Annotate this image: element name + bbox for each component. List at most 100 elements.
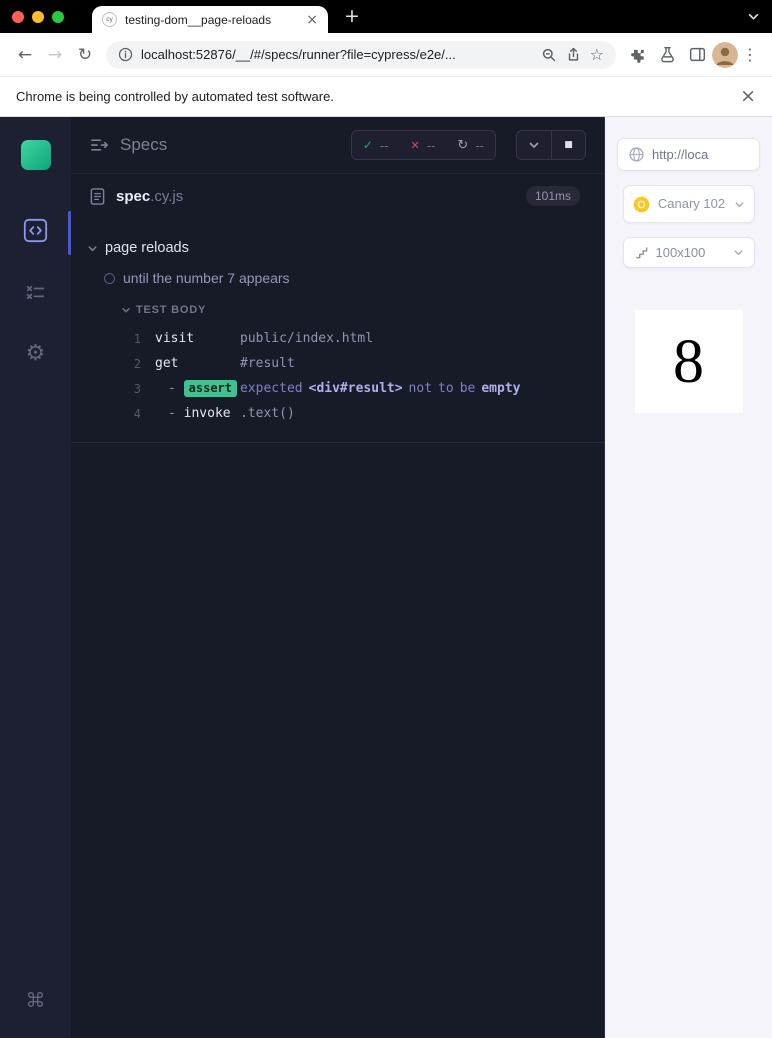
cypress-logo[interactable] <box>20 140 51 170</box>
test-block: page reloads until the number 7 appears … <box>71 218 604 443</box>
window-minimize-button[interactable] <box>32 10 44 23</box>
test-row[interactable]: until the number 7 appears <box>71 270 604 286</box>
spec-duration-badge: 101ms <box>525 186 580 206</box>
screen: cy testing-dom__page-reloads × + ← → ↻ l… <box>0 0 772 1038</box>
stop-icon: ■ <box>564 140 573 150</box>
command-row[interactable]: 4 - invoke .text() <box>71 401 604 426</box>
browser-tab[interactable]: cy testing-dom__page-reloads × <box>92 6 328 33</box>
specs-list-icon[interactable] <box>89 135 110 156</box>
sidebar-item-settings[interactable]: ⚙ <box>22 340 50 368</box>
aut-url-text: http://loca <box>652 147 709 162</box>
test-body-toggle[interactable]: TEST BODY <box>71 304 604 316</box>
command-row[interactable]: 1 visit public/index.html <box>71 326 604 351</box>
command-dash: - <box>168 406 176 421</box>
viewport-selector[interactable]: 100x100 <box>622 237 755 268</box>
assert-word: be <box>459 381 476 396</box>
command-message: .text() <box>240 406 295 421</box>
command-number: 2 <box>133 356 141 371</box>
tab-close-icon[interactable]: × <box>306 13 318 27</box>
reporter-empty-area <box>71 443 604 1038</box>
spec-file-row[interactable]: spec.cy.js 101ms <box>71 174 604 218</box>
window-controls <box>0 10 78 23</box>
spec-file-icon <box>89 187 106 206</box>
side-panel-icon[interactable] <box>682 40 712 70</box>
browser-selector[interactable]: Canary 102 <box>622 185 755 223</box>
url-bar[interactable]: localhost:52876/__/#/specs/runner?file=c… <box>106 40 616 69</box>
pending-count: -- <box>475 137 484 153</box>
aut-iframe: 8 <box>634 310 743 413</box>
check-icon: ✓ <box>362 138 373 152</box>
assert-word: not <box>408 381 433 396</box>
test-stats: ✓ -- ✕ -- ↻ -- <box>350 130 496 160</box>
reload-button[interactable]: ↻ <box>70 40 100 70</box>
infobar-close-icon[interactable]: × <box>740 87 756 106</box>
command-name: - invoke <box>155 406 240 421</box>
site-info-icon[interactable] <box>118 47 133 62</box>
run-controls: ■ <box>516 130 586 160</box>
command-number: 4 <box>133 406 141 421</box>
window-close-button[interactable] <box>12 10 24 23</box>
active-nav-indicator <box>68 211 71 255</box>
tab-strip: cy testing-dom__page-reloads × + <box>0 0 772 33</box>
stat-passed[interactable]: ✓ -- <box>352 138 400 153</box>
browser-selector-label: Canary 102 <box>657 195 726 211</box>
command-number: 3 <box>133 381 141 396</box>
command-name: - assert <box>155 379 240 398</box>
chrome-canary-icon <box>633 196 650 213</box>
infobar-message: Chrome is being controlled by automated … <box>16 89 334 104</box>
forward-button[interactable]: → <box>40 40 70 70</box>
command-log: 1 visit public/index.html 2 get #result … <box>71 326 604 426</box>
flask-extension-icon[interactable] <box>652 40 682 70</box>
command-row[interactable]: 2 get #result <box>71 351 604 376</box>
collapse-all-button[interactable] <box>517 131 551 159</box>
spec-file-name: spec.cy.js <box>116 188 183 205</box>
assert-state: empty <box>481 381 521 396</box>
command-row[interactable]: 3 - assert expected <div#result> not to be em… <box>71 376 604 401</box>
test-body-label: TEST BODY <box>136 304 207 316</box>
stat-pending[interactable]: ↻ -- <box>446 138 495 153</box>
new-tab-button[interactable]: + <box>344 7 360 26</box>
url-text: localhost:52876/__/#/specs/runner?file=c… <box>141 47 456 62</box>
refresh-icon: ↻ <box>457 137 469 153</box>
sidebar-item-specs-runner[interactable] <box>22 216 50 244</box>
command-name-text: invoke <box>183 406 231 421</box>
back-button[interactable]: ← <box>10 40 40 70</box>
bookmark-star-icon[interactable]: ☆ <box>590 45 604 64</box>
aut-url-bar[interactable]: http://loca <box>617 138 760 171</box>
command-name: visit <box>155 331 195 346</box>
browser-toolbar: ← → ↻ localhost:52876/__/#/specs/runner?… <box>0 33 772 76</box>
tab-search-chevron-icon[interactable] <box>747 10 760 23</box>
globe-icon <box>628 146 645 163</box>
suite-row[interactable]: page reloads <box>71 240 604 256</box>
share-icon[interactable] <box>565 46 582 63</box>
command-message: #result <box>240 356 295 371</box>
profile-avatar[interactable] <box>712 41 738 68</box>
browser-menu-icon[interactable]: ⋮ <box>738 45 762 64</box>
chevron-down-icon <box>733 247 744 258</box>
command-number: 1 <box>133 331 141 346</box>
cypress-favicon-icon: cy <box>102 12 117 27</box>
command-message: public/index.html <box>240 331 374 346</box>
reporter-title: Specs <box>120 135 168 154</box>
zoom-icon[interactable] <box>541 47 557 63</box>
assert-word: to <box>438 381 454 396</box>
viewport-selector-label: 100x100 <box>655 245 706 260</box>
assert-target: <div#result> <box>308 381 403 396</box>
reporter-header: Specs ✓ -- ✕ -- ↻ -- ■ <box>71 117 604 174</box>
command-message: expected <div#result> not to be empty <box>240 381 604 396</box>
sidebar-item-debug[interactable] <box>22 278 50 306</box>
cypress-sidenav: ⚙ ⌘ <box>0 117 71 1038</box>
command-dash: - <box>168 380 176 396</box>
test-title: until the number 7 appears <box>123 270 290 286</box>
window-fullscreen-button[interactable] <box>52 10 64 23</box>
spec-name-bold: spec <box>116 187 151 205</box>
passed-count: -- <box>379 137 389 153</box>
suite-title: page reloads <box>105 240 189 256</box>
chevron-down-icon <box>87 243 98 254</box>
stat-failed[interactable]: ✕ -- <box>400 138 447 153</box>
stop-button[interactable]: ■ <box>551 131 585 159</box>
viewport-scale-icon <box>634 245 649 260</box>
spec-name-ext: .cy.js <box>150 187 184 205</box>
keyboard-shortcuts-icon[interactable]: ⌘ <box>26 988 46 1012</box>
extensions-puzzle-icon[interactable] <box>622 40 652 70</box>
